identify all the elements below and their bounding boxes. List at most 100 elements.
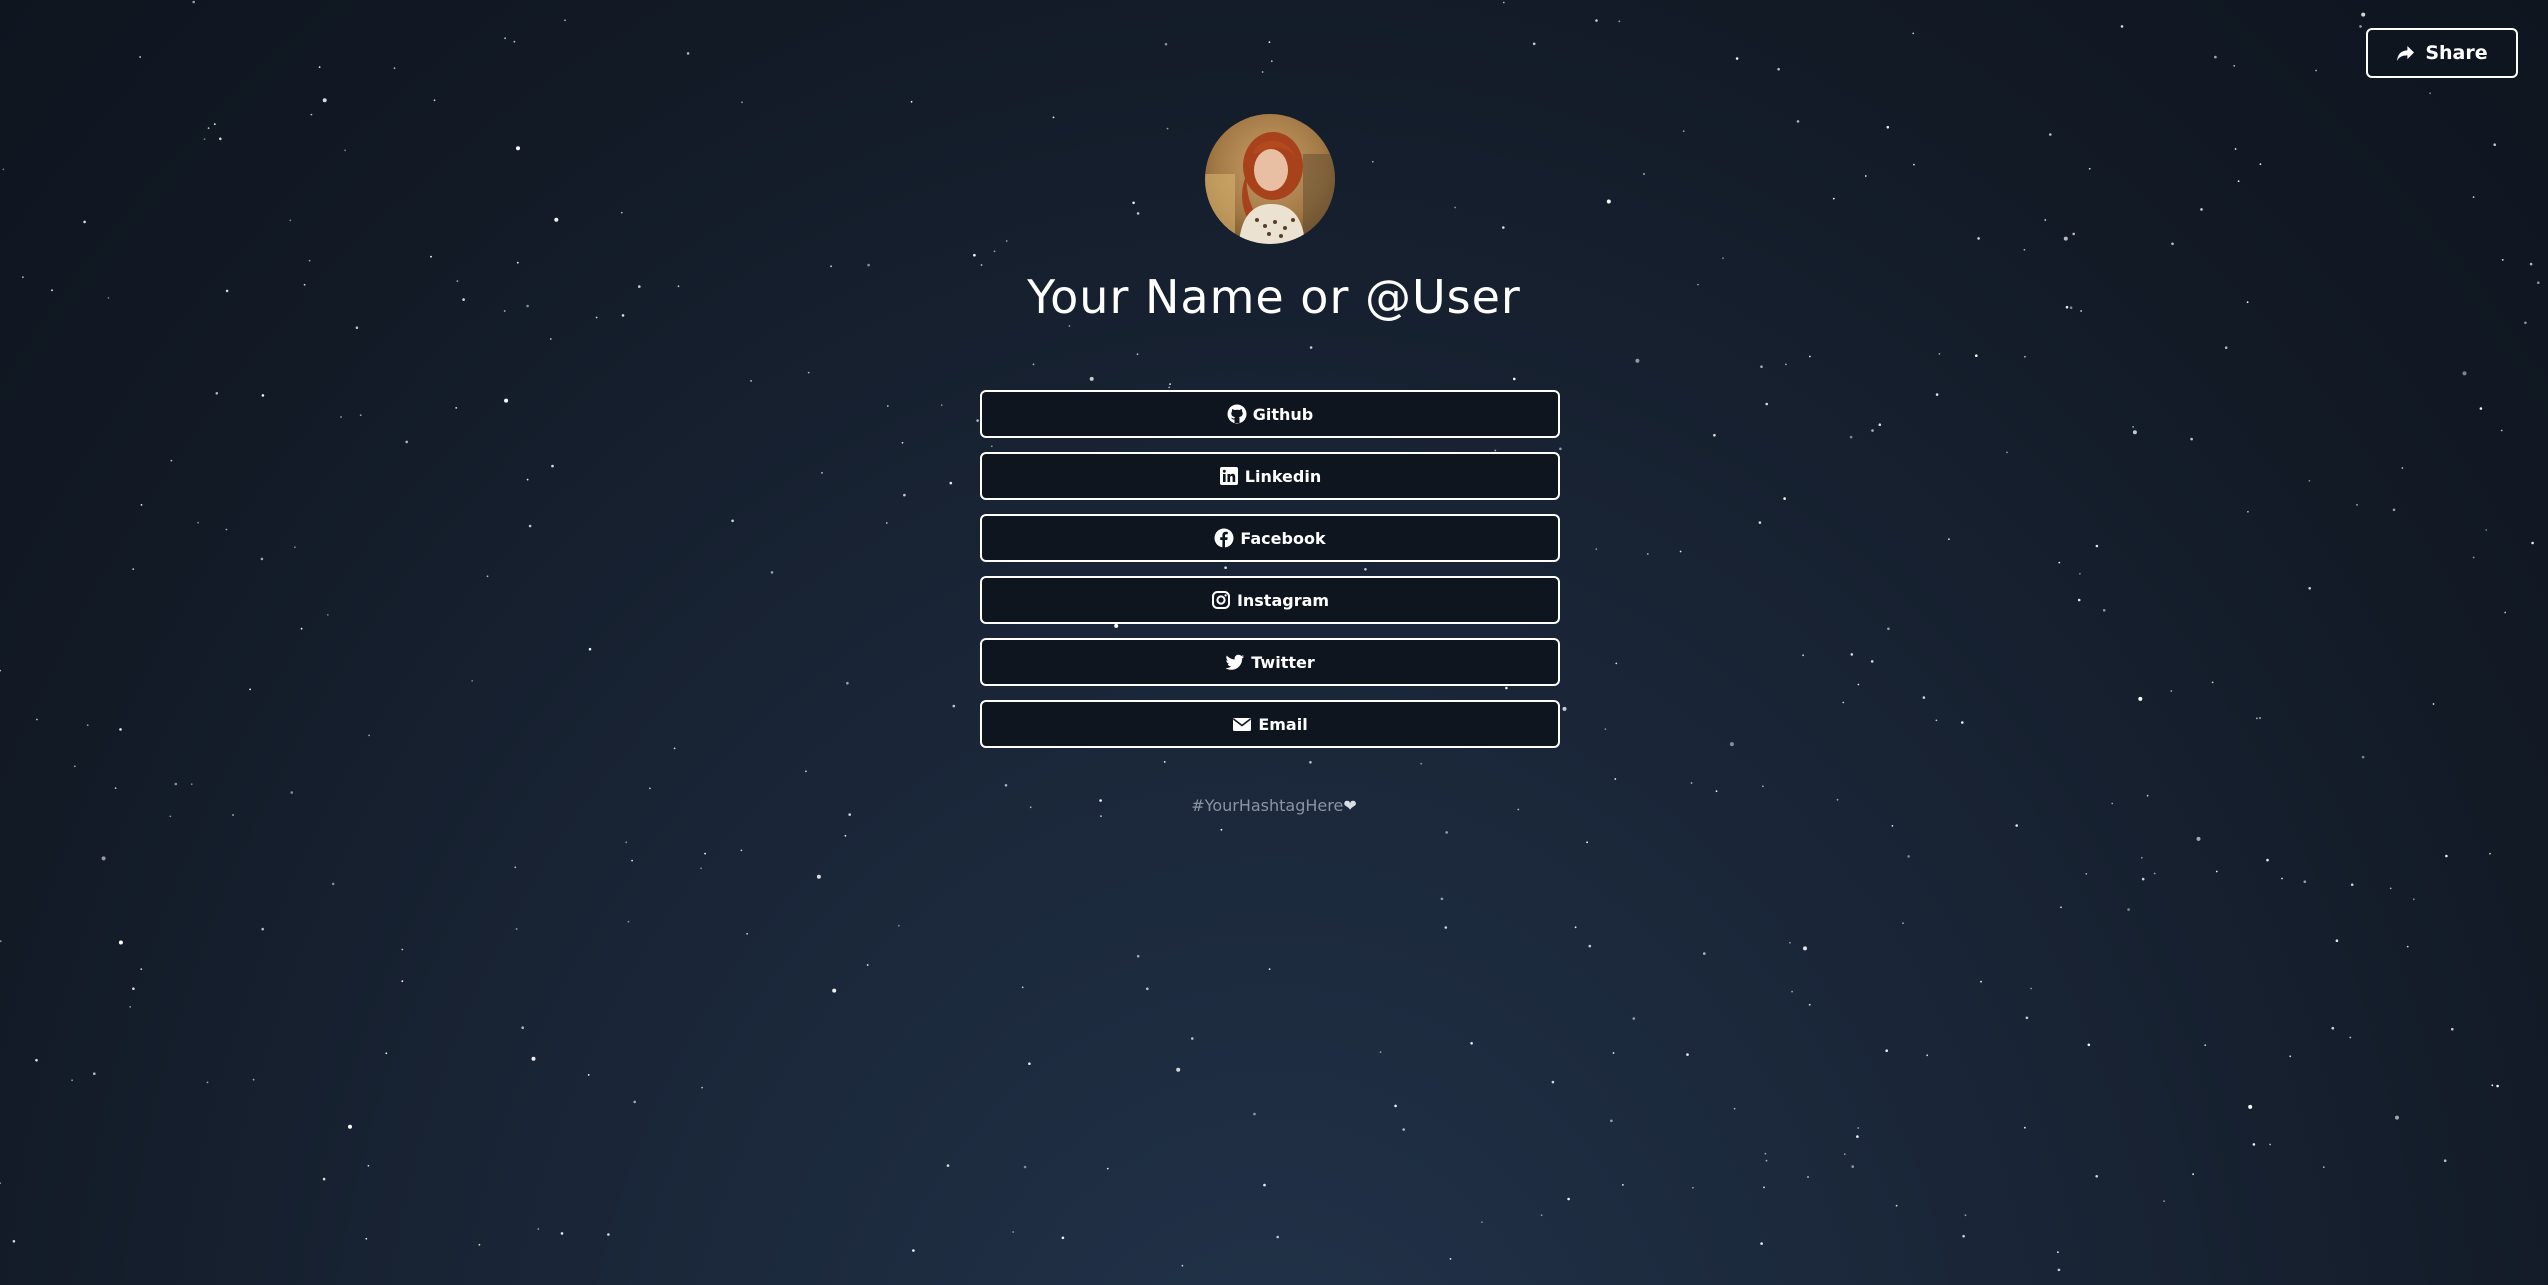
- star: [2200, 208, 2203, 211]
- star: [1595, 548, 1598, 551]
- star: [2015, 824, 2018, 827]
- star: [2234, 148, 2237, 150]
- star: [252, 1078, 255, 1081]
- star: [1615, 662, 1618, 665]
- star: [531, 1056, 536, 1061]
- star: [0, 669, 2, 672]
- star: [139, 56, 142, 58]
- star: [1935, 393, 1939, 396]
- star: [405, 440, 409, 444]
- star: [2049, 133, 2052, 136]
- star: [2500, 429, 2503, 432]
- star: [1856, 1135, 1859, 1138]
- star: [1540, 1214, 1543, 1217]
- star: [1871, 429, 1874, 432]
- star: [821, 472, 823, 474]
- star: [514, 866, 517, 869]
- star: [2308, 587, 2311, 590]
- star: [2192, 1173, 2195, 1176]
- star: [401, 948, 404, 951]
- star: [2504, 611, 2507, 614]
- star: [1632, 1017, 1636, 1020]
- star: [1440, 897, 1444, 901]
- star: [993, 250, 996, 253]
- star: [2079, 572, 2081, 575]
- star: [170, 459, 173, 462]
- star: [1595, 19, 1598, 22]
- star: [2211, 681, 2214, 684]
- star: [455, 407, 458, 409]
- star: [2138, 696, 2143, 701]
- star: [2322, 1166, 2325, 1169]
- star: [340, 416, 342, 418]
- star: [430, 255, 432, 258]
- star: [1887, 627, 1890, 631]
- star: [213, 123, 216, 125]
- star: [2315, 69, 2318, 72]
- star: [1964, 1214, 1967, 1217]
- star: [2429, 92, 2432, 95]
- star: [1136, 954, 1140, 958]
- star: [190, 783, 193, 786]
- star: [2063, 236, 2068, 241]
- instagram-button[interactable]: Instagram: [980, 576, 1560, 624]
- star: [326, 614, 329, 616]
- share-button[interactable]: Share: [2366, 28, 2518, 78]
- star: [1857, 1127, 1860, 1129]
- star: [1136, 212, 1140, 215]
- star: [1263, 1183, 1266, 1187]
- star: [2024, 355, 2026, 358]
- star: [2044, 219, 2047, 221]
- star: [1733, 1107, 1736, 1110]
- twitter-button[interactable]: Twitter: [980, 638, 1560, 686]
- star: [1268, 41, 1271, 43]
- star: [2331, 1026, 2335, 1030]
- star: [2451, 1027, 2454, 1031]
- star: [2077, 598, 2081, 602]
- star: [746, 932, 748, 935]
- star: [1961, 721, 1964, 724]
- star: [2432, 703, 2435, 705]
- star: [866, 964, 869, 966]
- star: [1686, 1053, 1689, 1056]
- star: [2025, 1016, 2029, 1020]
- star: [215, 392, 219, 395]
- star: [633, 1100, 636, 1104]
- link-label: Github: [1252, 404, 1314, 424]
- star: [1922, 696, 1926, 699]
- star: [2057, 1268, 2061, 1272]
- linkedin-button[interactable]: Linkedin: [980, 452, 1560, 500]
- star: [2389, 887, 2392, 890]
- star: [12, 1240, 16, 1243]
- star: [1061, 1236, 1065, 1240]
- star: [140, 968, 143, 970]
- star: [701, 1086, 703, 1089]
- link-label: Email: [1258, 714, 1308, 734]
- star: [322, 98, 327, 103]
- star: [2023, 248, 2026, 251]
- star: [976, 419, 979, 422]
- facebook-icon: [1214, 528, 1234, 548]
- star: [2472, 556, 2475, 559]
- avatar: [1205, 114, 1335, 244]
- star: [1261, 71, 1264, 73]
- star: [1763, 1186, 1765, 1189]
- star: [1551, 1080, 1555, 1084]
- star: [1713, 433, 1716, 437]
- star: [2361, 12, 2366, 17]
- star: [1604, 728, 1607, 731]
- star: [1760, 1242, 1763, 1245]
- facebook-button[interactable]: Facebook: [980, 514, 1560, 562]
- star: [83, 220, 86, 224]
- star: [1785, 363, 1787, 366]
- github-button[interactable]: Github: [980, 390, 1560, 438]
- star: [2392, 508, 2396, 512]
- star: [261, 394, 265, 397]
- star: [2248, 1104, 2253, 1109]
- star: [844, 834, 847, 837]
- star: [564, 19, 566, 22]
- star: [101, 856, 106, 861]
- star: [551, 464, 554, 468]
- email-button[interactable]: Email: [980, 700, 1560, 748]
- star: [1760, 365, 1763, 369]
